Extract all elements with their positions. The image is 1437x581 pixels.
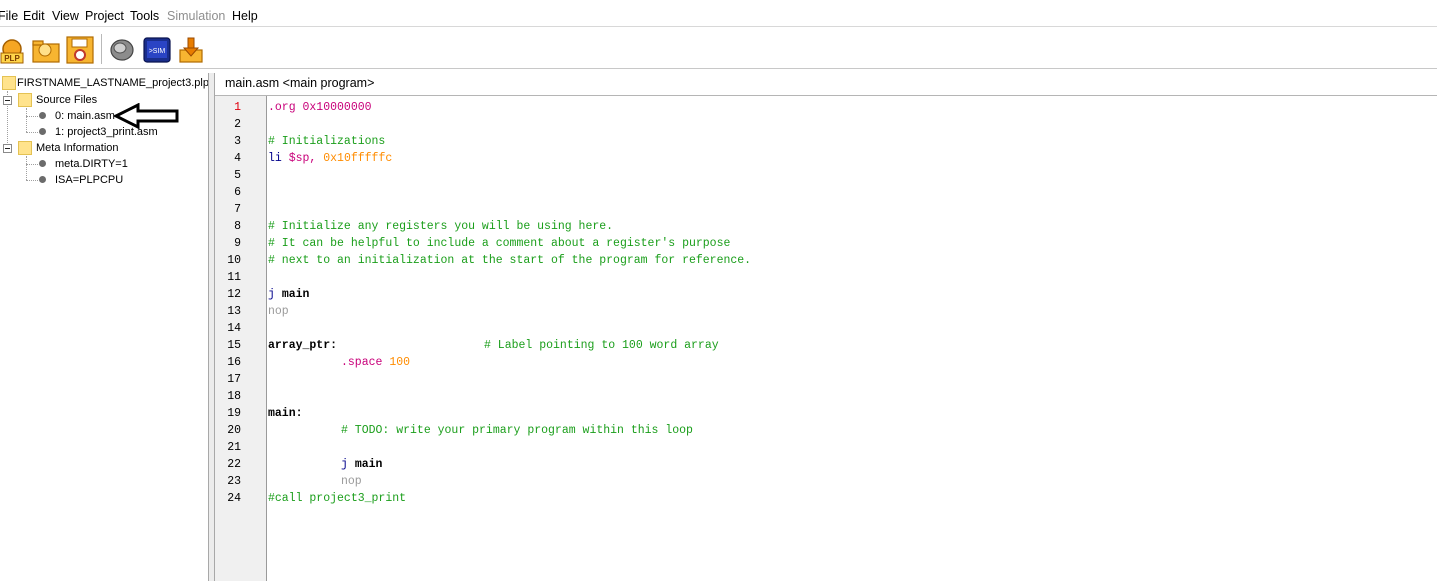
code-line-4: li $sp, 0x10fffffc bbox=[268, 152, 393, 165]
line-number: 18 bbox=[227, 390, 241, 403]
tree-item-meta-isa[interactable]: ISA=PLPCPU bbox=[55, 172, 123, 188]
menu-help[interactable]: Help bbox=[232, 9, 258, 24]
line-number: 11 bbox=[227, 271, 241, 284]
line-number: 22 bbox=[227, 458, 241, 471]
save-project-button[interactable] bbox=[66, 36, 94, 64]
line-number: 12 bbox=[227, 288, 241, 301]
code-line-15: array_ptr: bbox=[268, 339, 338, 352]
file-bullet-icon bbox=[39, 112, 46, 119]
meta-folder-icon bbox=[18, 141, 32, 155]
tree-item-main-asm[interactable]: 0: main.asm bbox=[55, 108, 115, 124]
code-line-12: j main bbox=[268, 288, 310, 301]
menu-bar: File Edit View Project Tools Simulation … bbox=[0, 0, 1437, 27]
line-number: 17 bbox=[227, 373, 241, 386]
menu-simulation[interactable]: Simulation bbox=[167, 9, 225, 24]
source-folder-icon bbox=[18, 93, 32, 107]
open-project-button[interactable] bbox=[32, 36, 60, 64]
file-bullet-icon bbox=[39, 128, 46, 135]
annotation-arrow-icon bbox=[114, 103, 179, 129]
new-project-button[interactable]: PLP bbox=[0, 36, 28, 64]
project-folder-icon bbox=[2, 76, 16, 90]
code-line-23: nop bbox=[341, 475, 362, 488]
code-line-1: .org 0x10000000 bbox=[268, 101, 372, 114]
sim-icon-label: >SIM bbox=[149, 48, 166, 55]
tree-item-meta-dirty[interactable]: meta.DIRTY=1 bbox=[55, 156, 128, 172]
line-number: 7 bbox=[234, 203, 241, 216]
collapse-toggle-meta[interactable] bbox=[3, 144, 12, 153]
menu-edit[interactable]: Edit bbox=[23, 9, 45, 24]
line-number: 3 bbox=[234, 135, 241, 148]
code-editor[interactable]: .org 0x10000000 # Initializations li $sp… bbox=[268, 96, 1437, 581]
code-line-24: #call project3_print bbox=[268, 492, 407, 505]
line-number: 24 bbox=[227, 492, 241, 505]
open-folder-icon bbox=[32, 40, 60, 63]
line-number: 9 bbox=[234, 237, 241, 250]
line-number: 13 bbox=[227, 305, 241, 318]
toolbar: PLP >SIM bbox=[0, 29, 1437, 69]
simulate-button[interactable]: >SIM bbox=[143, 36, 171, 64]
line-number: 14 bbox=[227, 322, 241, 335]
line-number: 6 bbox=[234, 186, 241, 199]
line-number: 23 bbox=[227, 475, 241, 488]
save-icon bbox=[66, 36, 94, 64]
line-number: 16 bbox=[227, 356, 241, 369]
download-icon bbox=[179, 37, 203, 63]
line-number: 21 bbox=[227, 441, 241, 454]
toolbar-separator bbox=[101, 34, 102, 64]
editor-header: main.asm <main program> bbox=[215, 73, 1437, 96]
plp-icon-label: PLP bbox=[4, 54, 20, 63]
code-line-8: # Initialize any registers you will be u… bbox=[268, 220, 614, 233]
tree-item-source-files[interactable]: Source Files bbox=[36, 92, 97, 108]
meta-bullet-icon bbox=[39, 160, 46, 167]
menu-project[interactable]: Project bbox=[85, 9, 124, 24]
simulate-icon: >SIM bbox=[143, 37, 171, 63]
assemble-icon bbox=[110, 39, 134, 61]
new-project-icon: PLP bbox=[0, 39, 24, 64]
menu-tools[interactable]: Tools bbox=[130, 9, 159, 24]
line-number: 5 bbox=[234, 169, 241, 182]
code-line-19: main: bbox=[268, 407, 303, 420]
meta-bullet-icon bbox=[39, 176, 46, 183]
line-number: 2 bbox=[234, 118, 241, 131]
line-number: 15 bbox=[227, 339, 241, 352]
code-line-10: # next to an initialization at the start… bbox=[268, 254, 752, 267]
line-number: 19 bbox=[227, 407, 241, 420]
line-number: 20 bbox=[227, 424, 241, 437]
code-line-13: nop bbox=[268, 305, 289, 318]
editor-title: main.asm <main program> bbox=[225, 76, 375, 90]
code-line-20: # TODO: write your primary program withi… bbox=[341, 424, 693, 437]
tree-item-meta-information[interactable]: Meta Information bbox=[36, 140, 119, 156]
menu-file[interactable]: File bbox=[0, 9, 18, 24]
line-number: 10 bbox=[227, 254, 241, 267]
line-number: 4 bbox=[234, 152, 241, 165]
line-number-gutter: 1 2 3 4 5 6 7 8 9 10 11 12 13 14 15 16 17 18 19 20 21 22 23 24 bbox=[215, 96, 267, 581]
collapse-toggle-source[interactable] bbox=[3, 96, 12, 105]
code-line-16: .space 100 bbox=[341, 356, 411, 369]
code-line-9: # It can be helpful to include a comment… bbox=[268, 237, 731, 250]
code-line-3: # Initializations bbox=[268, 135, 386, 148]
assemble-button[interactable] bbox=[108, 36, 136, 64]
menu-view[interactable]: View bbox=[52, 9, 79, 24]
line-number: 1 bbox=[234, 101, 241, 114]
tree-root-project[interactable]: FIRSTNAME_LASTNAME_project3.plp bbox=[17, 75, 208, 91]
download-button[interactable] bbox=[177, 36, 205, 64]
line-number: 8 bbox=[234, 220, 241, 233]
code-line-22: j main bbox=[341, 458, 383, 471]
code-line-15-comment: # Label pointing to 100 word array bbox=[484, 339, 719, 352]
project-tree: FIRSTNAME_LASTNAME_project3.plp Source F… bbox=[0, 73, 209, 581]
